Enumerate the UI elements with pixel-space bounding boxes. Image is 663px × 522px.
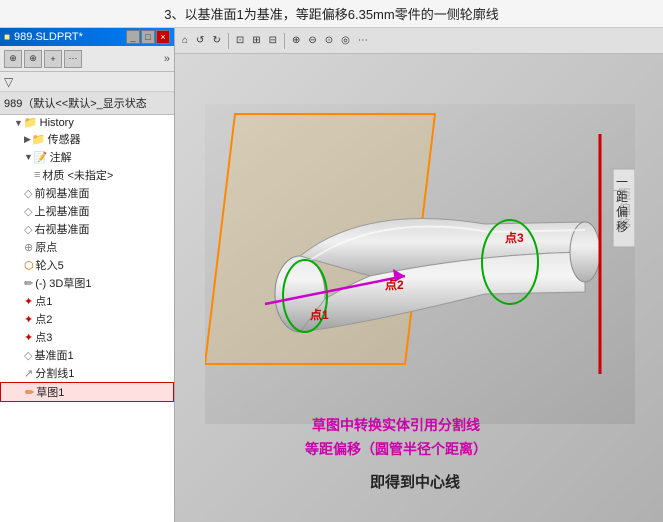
right-toolbar: ⌂ ↺ ↻ ⊡ ⊞ ⊟ ⊕ ⊖ ⊙ ◎ ⋯ — [175, 28, 663, 54]
annotation-magenta: 草图中转换实体引用分割线 等距偏移（圆管半径个距离） — [305, 414, 487, 462]
tree-label-top-plane: 上视基准面 — [34, 203, 89, 219]
tree-label-datum1: 基准面1 — [34, 347, 73, 363]
tree-label-splitline1: 分割线1 — [35, 365, 74, 381]
tree-label-annotations: 注解 — [50, 149, 72, 165]
tree-label-front-plane: 前视基准面 — [34, 185, 89, 201]
tree-label-history: History — [40, 117, 74, 129]
plane-icon: ◇ — [24, 205, 32, 218]
tree-item-sensors[interactable]: ▶ 📁 传感器 — [0, 130, 174, 148]
tree-item-origin[interactable]: ⊕ 原点 — [0, 238, 174, 256]
tree-item-point1[interactable]: ✦ 点1 — [0, 292, 174, 310]
sketch3d-icon: ✏ — [24, 277, 33, 290]
annotation-line1: 草图中转换实体引用分割线 — [305, 414, 487, 438]
tree-item-top-plane[interactable]: ◇ 上视基准面 — [0, 202, 174, 220]
plane-icon: ◇ — [24, 187, 32, 200]
rt-btn-more[interactable]: ⋯ — [355, 34, 371, 47]
svg-text:一: 一 — [616, 175, 628, 189]
tree-item-point3[interactable]: ✦ 点3 — [0, 328, 174, 346]
tree-label-point1: 点1 — [35, 293, 52, 309]
tree-area[interactable]: ▼ 📁 History ▶ 📁 传感器 ▼ 📝 注解 ≡ 材质 <未指定> — [0, 115, 174, 522]
tree-label-right-plane: 右视基准面 — [34, 221, 89, 237]
tree-item-sketch1[interactable]: ✏ 草图1 — [0, 382, 174, 402]
filter-row: ▽ — [0, 72, 174, 92]
top-label: 3、以基准面1为基准，等距偏移6.35mm零件的一侧轮廓线 — [0, 0, 663, 28]
tree-item-history[interactable]: ▼ 📁 History — [0, 115, 174, 130]
svg-text:偏: 偏 — [616, 204, 628, 219]
svg-text:移: 移 — [616, 220, 628, 234]
plane-icon: ◇ — [24, 223, 32, 236]
point-icon: ✦ — [24, 295, 33, 308]
part-title: 989（默认<<默认>_显示状态 — [0, 92, 174, 115]
tree-label-point2: 点2 — [35, 311, 52, 327]
rt-btn-zoom-in[interactable]: ⊕ — [289, 34, 303, 47]
minimize-button[interactable]: _ — [126, 30, 140, 44]
tree-label-loft5: 轮入5 — [36, 257, 64, 273]
maximize-button[interactable]: □ — [141, 30, 155, 44]
tree-label-3dsketch1: (-) 3D草图1 — [35, 275, 91, 291]
left-toolbar: ⊕ ⊕ + ⋯ » — [0, 46, 174, 72]
rt-btn-view3[interactable]: ⊟ — [266, 34, 280, 47]
toolbar-btn-1[interactable]: ⊕ — [4, 50, 22, 68]
tree-label-material: 材质 <未指定> — [42, 167, 113, 183]
window-titlebar: ■ 989.SLDPRT* _ □ × — [0, 28, 174, 46]
close-button[interactable]: × — [156, 30, 170, 44]
annotation-black: 即得到中心线 — [370, 471, 460, 492]
tree-item-right-plane[interactable]: ◇ 右视基准面 — [0, 220, 174, 238]
tree-item-loft5[interactable]: ⬡ 轮入5 — [0, 256, 174, 274]
tree-item-point2[interactable]: ✦ 点2 — [0, 310, 174, 328]
tree-item-datum1[interactable]: ◇ 基准面1 — [0, 346, 174, 364]
rt-btn-redo[interactable]: ↻ — [209, 34, 223, 47]
tree-item-annotations[interactable]: ▼ 📝 注解 — [0, 148, 174, 166]
left-panel: ■ 989.SLDPRT* _ □ × ⊕ ⊕ + ⋯ » ▽ 989（默认<<… — [0, 28, 175, 522]
annotation-line2: 等距偏移（圆管半径个距离） — [305, 438, 487, 462]
material-icon: ≡ — [34, 169, 40, 181]
toolbar-arrow[interactable]: » — [164, 53, 170, 65]
tree-label-origin: 原点 — [35, 239, 57, 255]
rt-btn-view1[interactable]: ⊡ — [233, 34, 247, 47]
sensors-icon: 📁 — [32, 133, 46, 146]
rt-btn-home[interactable]: ⌂ — [179, 34, 191, 47]
origin-icon: ⊕ — [24, 241, 33, 254]
rt-btn-zoom-out[interactable]: ⊖ — [305, 34, 319, 47]
tree-label-point3: 点3 — [35, 329, 52, 345]
tree-label-sketch1: 草图1 — [36, 384, 64, 400]
sketch-icon: ✏ — [25, 386, 34, 399]
svg-text:距: 距 — [616, 190, 628, 204]
toolbar-btn-4[interactable]: ⋯ — [64, 50, 82, 68]
svg-text:点3: 点3 — [505, 230, 524, 245]
datum-icon: ◇ — [24, 349, 32, 362]
rt-btn-zoom-fit[interactable]: ⊙ — [322, 34, 336, 47]
pipe-model-svg: 点2 点1 点3 一 距 偏 移 一 距 偏 移 — [205, 104, 635, 424]
rt-btn-view2[interactable]: ⊞ — [249, 34, 263, 47]
point-icon: ✦ — [24, 331, 33, 344]
svg-text:点2: 点2 — [385, 277, 404, 292]
filter-icon: ▽ — [4, 75, 13, 89]
expand-icon: ▼ — [24, 152, 33, 162]
toolbar-btn-3[interactable]: + — [44, 50, 62, 68]
toolbar-btn-2[interactable]: ⊕ — [24, 50, 42, 68]
annotations-icon: 📝 — [34, 151, 48, 164]
tree-item-material[interactable]: ≡ 材质 <未指定> — [0, 166, 174, 184]
tree-label-sensors: 传感器 — [48, 131, 81, 147]
tree-item-front-plane[interactable]: ◇ 前视基准面 — [0, 184, 174, 202]
tree-item-splitline1[interactable]: ↗ 分割线1 — [0, 364, 174, 382]
expand-icon: ▼ — [14, 118, 23, 128]
expand-icon: ▶ — [24, 134, 31, 145]
right-panel: ⌂ ↺ ↻ ⊡ ⊞ ⊟ ⊕ ⊖ ⊙ ◎ ⋯ — [175, 28, 663, 522]
rt-btn-rotate[interactable]: ◎ — [338, 34, 353, 47]
feature-icon: ⬡ — [24, 259, 34, 272]
folder-icon: 📁 — [24, 116, 38, 129]
tree-item-3dsketch1[interactable]: ✏ (-) 3D草图1 — [0, 274, 174, 292]
viewport[interactable]: 点2 点1 点3 一 距 偏 移 一 距 偏 移 草图中转换实体引用分割线 等距… — [175, 54, 663, 522]
window-title: 989.SLDPRT* — [14, 31, 83, 43]
rt-btn-undo[interactable]: ↺ — [193, 34, 207, 47]
svg-text:点1: 点1 — [310, 307, 329, 322]
split-icon: ↗ — [24, 367, 33, 380]
window-controls: _ □ × — [126, 30, 170, 44]
point-icon: ✦ — [24, 313, 33, 326]
